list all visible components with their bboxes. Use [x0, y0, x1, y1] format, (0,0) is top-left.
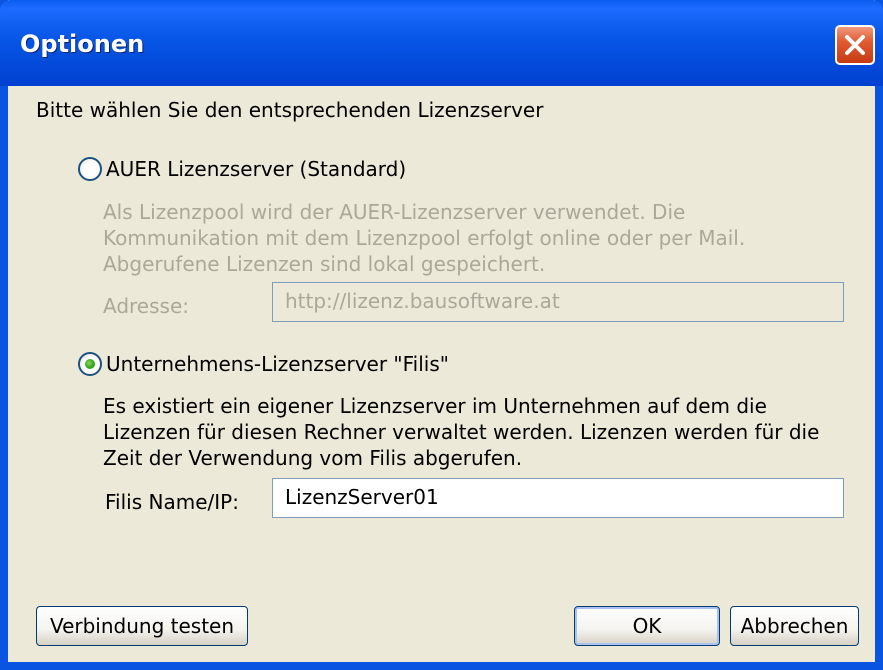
filis-name-input[interactable]: LizenzServer01: [272, 478, 844, 518]
title-bar[interactable]: Optionen: [0, 0, 883, 86]
filis-radio-label[interactable]: Unternehmens-Lizenzserver "Filis": [106, 352, 449, 376]
close-icon: [845, 35, 865, 55]
radio-selected-dot: [85, 359, 95, 369]
address-field: http://lizenz.bausoftware.at: [272, 282, 844, 322]
auer-radio[interactable]: [78, 157, 102, 181]
address-label: Adresse:: [103, 294, 189, 318]
auer-description: Als Lizenzpool wird der AUER-Lizenzserve…: [103, 200, 746, 276]
dialog-content: Bitte wählen Sie den entsprechenden Lize…: [8, 86, 875, 662]
prompt-text: Bitte wählen Sie den entsprechenden Lize…: [36, 98, 544, 122]
ok-button[interactable]: OK: [574, 606, 720, 646]
window-title: Optionen: [20, 30, 145, 58]
filis-name-label: Filis Name/IP:: [105, 490, 239, 514]
auer-radio-label[interactable]: AUER Lizenzserver (Standard): [106, 157, 406, 181]
filis-radio[interactable]: [78, 352, 102, 376]
options-dialog: Optionen Bitte wählen Sie den entspreche…: [0, 0, 883, 670]
test-connection-button[interactable]: Verbindung testen: [36, 606, 248, 646]
close-button[interactable]: [835, 25, 875, 65]
cancel-button[interactable]: Abbrechen: [730, 606, 859, 646]
filis-description: Es existiert ein eigener Lizenzserver im…: [103, 394, 820, 470]
